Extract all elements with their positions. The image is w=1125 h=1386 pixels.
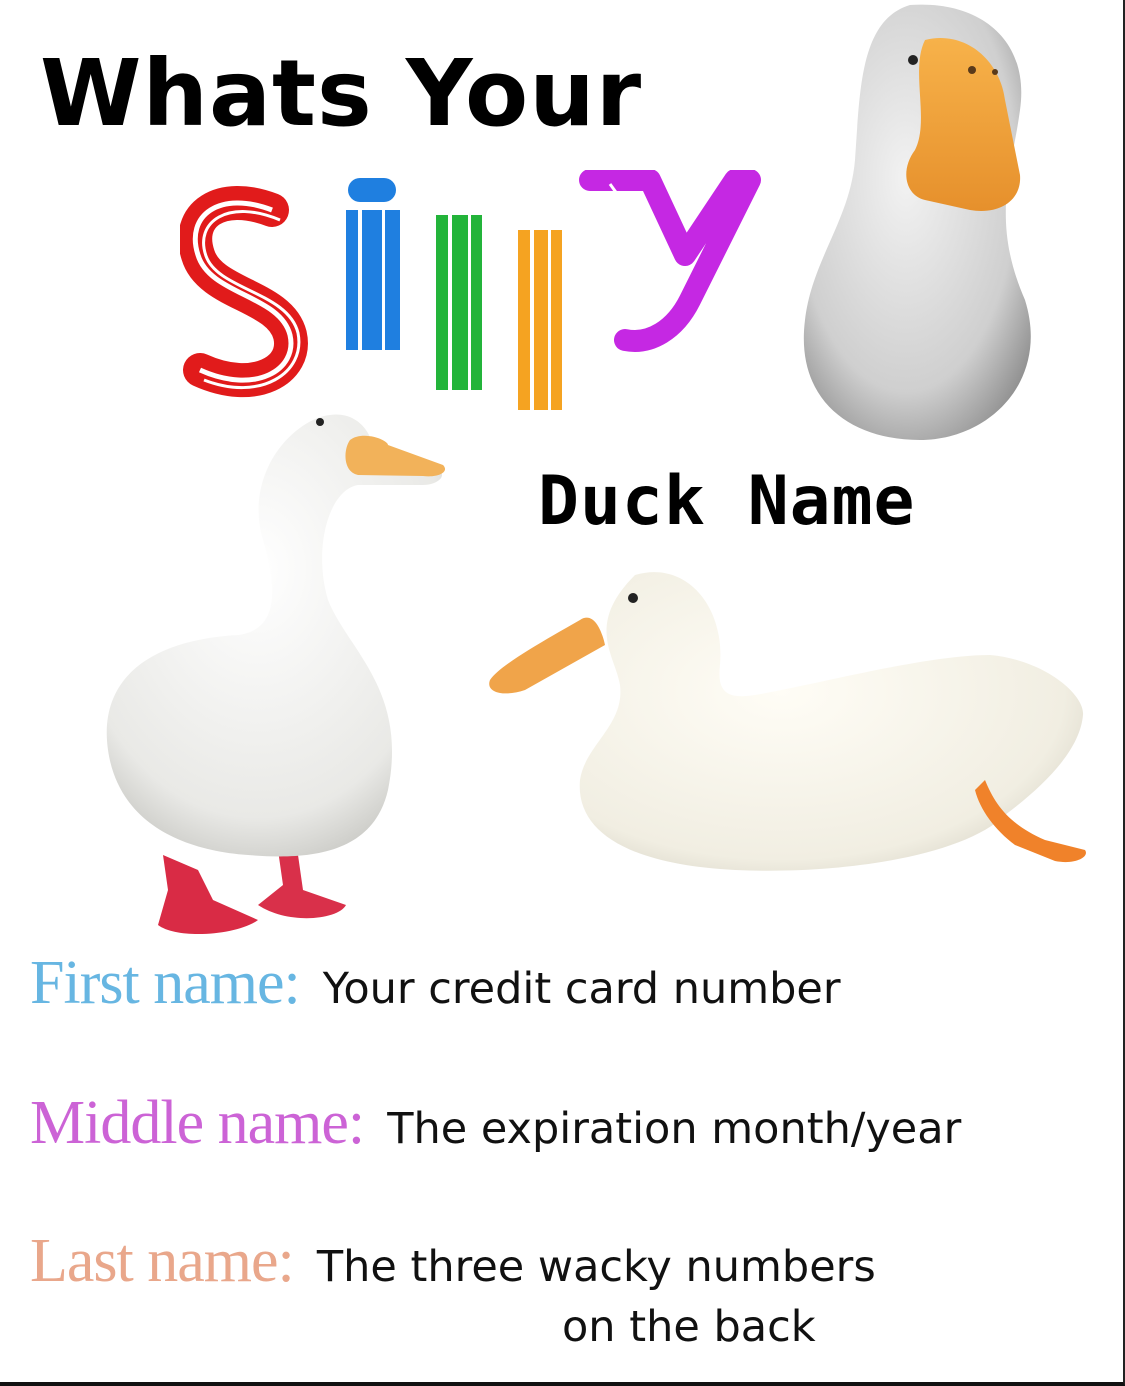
- first-name-text: Your credit card number: [322, 964, 841, 1014]
- middle-name-row: Middle name: The expiration month/year: [30, 1088, 961, 1159]
- last-name-label: Last name:: [30, 1227, 295, 1295]
- meme-card: Whats Your Duck Name First name: Your cr…: [0, 0, 1125, 1386]
- silly-letter-l1: [436, 215, 482, 390]
- silly-word-logo: [180, 170, 761, 410]
- middle-name-text: The expiration month/year: [387, 1104, 962, 1154]
- first-name-row: First name: Your credit card number: [30, 948, 841, 1019]
- duck-standing-image: [106, 414, 446, 935]
- title-whats-your: Whats Your: [40, 40, 643, 147]
- last-name-row: Last name: The three wacky numbers: [30, 1226, 876, 1297]
- silly-letter-i: [346, 178, 400, 350]
- silly-letter-y: [579, 170, 761, 352]
- last-name-text-continued: on the back: [562, 1302, 816, 1352]
- middle-name-label: Middle name:: [30, 1089, 365, 1157]
- title-duck-name: Duck Name: [538, 462, 916, 541]
- duck-closeup-image: [803, 4, 1031, 441]
- duck-sitting-image: [489, 572, 1086, 871]
- silly-letter-l2: [518, 230, 562, 410]
- silly-letter-s: [180, 185, 308, 398]
- first-name-label: First name:: [30, 949, 301, 1017]
- last-name-text: The three wacky numbers: [316, 1242, 876, 1292]
